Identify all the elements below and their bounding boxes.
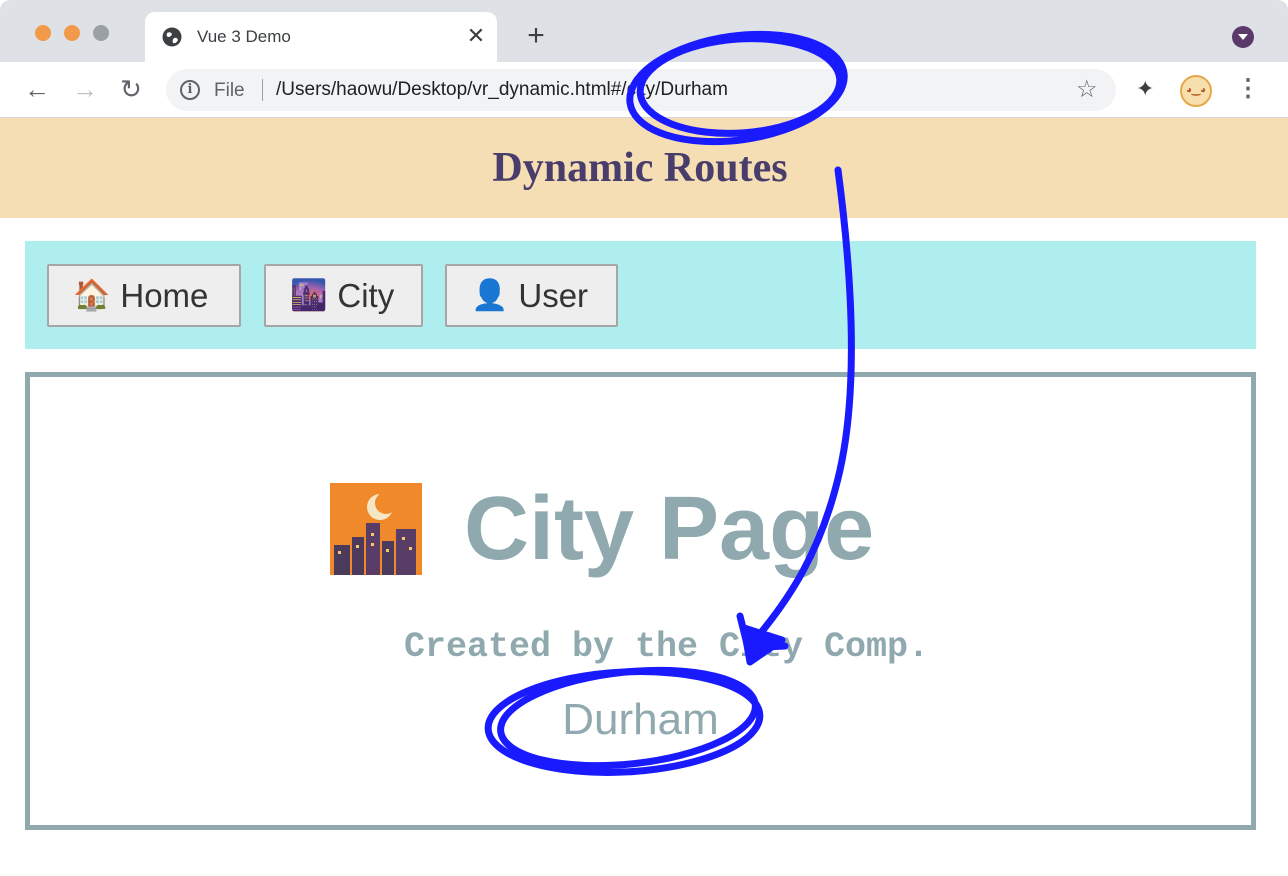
maximize-window-button[interactable]: [93, 25, 109, 41]
user-icon: 👤: [471, 279, 509, 312]
close-window-button[interactable]: [35, 25, 51, 41]
page-title: Dynamic Routes: [492, 145, 788, 191]
avatar[interactable]: ◕‿◕: [1180, 75, 1212, 107]
profile-menu-button[interactable]: [1232, 26, 1254, 48]
browser-toolbar: ← → ↻ i File /Users/haowu/Desktop/vr_dyn…: [0, 62, 1288, 118]
city-name: Durham: [562, 695, 719, 744]
nav-user-button[interactable]: 👤 User: [445, 264, 618, 327]
puzzle-icon[interactable]: ✦: [1136, 76, 1154, 102]
nav-home-label: Home: [120, 276, 209, 314]
router-view: City Page Created by the City Comp. Durh…: [25, 372, 1256, 830]
address-bar[interactable]: i File /Users/haowu/Desktop/vr_dynamic.h…: [166, 69, 1116, 111]
reload-icon[interactable]: ↻: [114, 72, 148, 106]
created-by-text: Created by the City Comp.: [403, 627, 930, 667]
minimize-window-button[interactable]: [64, 25, 80, 41]
nav-city-label: City: [337, 276, 395, 314]
city-icon: [330, 483, 422, 575]
file-label: File: [214, 80, 245, 101]
divider: [262, 79, 263, 101]
house-icon: 🏠: [73, 279, 111, 312]
info-icon[interactable]: i: [180, 80, 200, 100]
route-nav: 🏠 Home 🌆 City 👤 User: [25, 241, 1256, 349]
city-page-heading: City Page: [464, 479, 875, 579]
nav-home-button[interactable]: 🏠 Home: [47, 264, 241, 327]
menu-icon[interactable]: ⋮: [1236, 74, 1260, 103]
city-icon: 🌆: [290, 279, 328, 312]
city-heading-row: City Page: [30, 481, 1251, 577]
close-icon[interactable]: ✕: [463, 22, 489, 50]
forward-icon[interactable]: →: [68, 72, 102, 106]
star-icon[interactable]: ☆: [1076, 75, 1098, 104]
plus-icon[interactable]: +: [520, 20, 552, 52]
tab-strip: Vue 3 Demo ✕ +: [0, 0, 1288, 62]
tab-title: Vue 3 Demo: [197, 27, 291, 46]
nav-user-label: User: [518, 276, 589, 314]
browser-tab[interactable]: Vue 3 Demo ✕: [145, 12, 497, 62]
page-header: Dynamic Routes: [0, 118, 1288, 218]
globe-icon: [162, 27, 182, 47]
back-icon[interactable]: ←: [20, 72, 54, 106]
nav-city-button[interactable]: 🌆 City: [264, 264, 423, 327]
url-text[interactable]: /Users/haowu/Desktop/vr_dynamic.html#/ci…: [276, 79, 728, 101]
